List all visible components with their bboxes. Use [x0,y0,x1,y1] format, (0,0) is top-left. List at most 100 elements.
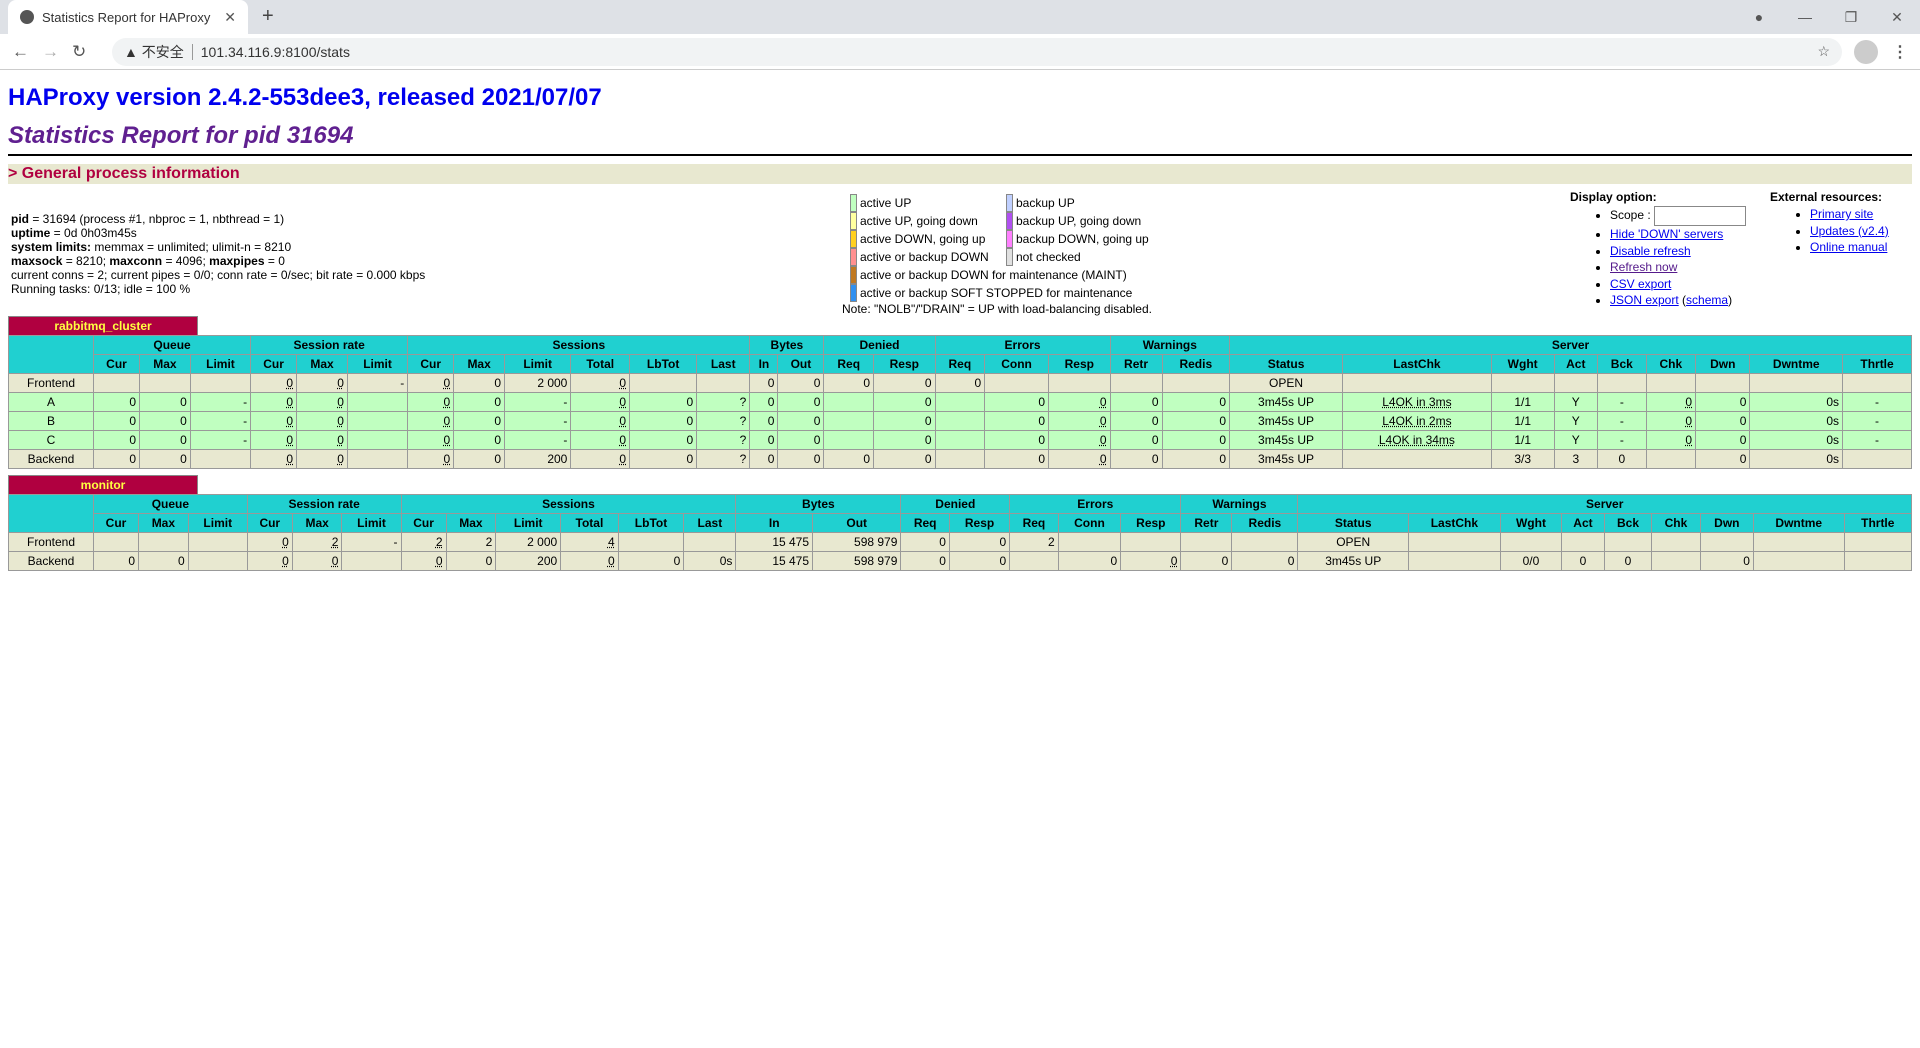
stat-cell: - [1597,430,1647,450]
stat-cell [1651,532,1701,552]
stat-cell: 0 [1645,392,1697,412]
table-row: C 0 0-0 0 0 0-0 0? 0 0 0 0 0 0 0 3m45s UP L4OK in 34ms 1… [8,430,1912,450]
row-name[interactable]: Backend [8,551,94,571]
browser-tab[interactable]: Statistics Report for HAProxy ✕ [8,0,248,34]
proxy-title[interactable]: monitor [8,475,198,494]
stat-cell: - [503,430,572,450]
stat-cell: 0 [250,373,298,393]
column-header: Last [696,354,751,374]
close-window-button[interactable]: ✕ [1874,9,1920,26]
column-header: Cur [407,354,455,374]
proxy-title[interactable]: rabbitmq_cluster [8,316,198,335]
column-header: Max [296,354,348,374]
row-name[interactable]: B [8,411,94,431]
column-group-header: Sessions [400,494,737,514]
row-name[interactable]: Frontend [8,373,94,393]
stat-cell: OPEN [1297,532,1409,552]
stat-cell: 0 [1161,411,1231,431]
stat-cell: 0 [139,430,191,450]
tab-title: Statistics Report for HAProxy [42,9,211,25]
stat-cell [1842,449,1912,469]
column-header: Max [291,513,343,533]
column-header: Wght [1499,513,1563,533]
stat-cell [187,532,248,552]
minimize-button[interactable]: — [1782,9,1828,25]
close-tab-icon[interactable]: ✕ [224,9,236,26]
stat-cell: 0 [407,430,455,450]
hide-down-link[interactable]: Hide 'DOWN' servers [1610,227,1723,241]
disable-refresh-link[interactable]: Disable refresh [1610,244,1691,258]
primary-site-link[interactable]: Primary site [1810,207,1873,221]
star-icon[interactable]: ☆ [1817,43,1830,60]
column-header: Cur [250,354,298,374]
stat-cell [1407,551,1501,571]
stat-cell: 0 [139,411,191,431]
stat-cell: 0 [1109,392,1163,412]
stat-cell: - [341,532,402,552]
back-button[interactable]: ← [12,42,42,62]
tab-search-icon[interactable]: ● [1736,9,1782,25]
stat-cell: 0 [250,430,298,450]
table-row: Backend 0 0 0 0 0 0 200 0 0? 0 0 0 0 0 0 0 0 3m45s UP 3/3 3 0… [8,449,1912,469]
csv-export-link[interactable]: CSV export [1610,277,1671,291]
stat-cell: 200 [503,449,572,469]
menu-icon[interactable]: ⋮ [1892,42,1908,62]
scope-input[interactable] [1654,206,1747,226]
stat-cell [1597,373,1647,393]
stat-cell: ? [696,430,751,450]
forward-button[interactable]: → [42,42,72,62]
json-export-link[interactable]: JSON export [1610,293,1679,307]
refresh-now-link[interactable]: Refresh now [1610,260,1677,274]
stat-cell: L4OK in 2ms [1342,411,1492,431]
column-header: Limit [503,354,572,374]
column-header: Limit [187,513,248,533]
stat-cell [1752,551,1845,571]
column-header: Req [900,513,950,533]
stat-cell [629,373,698,393]
profile-avatar[interactable] [1854,39,1878,64]
stat-cell: 0 [400,551,447,571]
row-name[interactable]: A [8,392,94,412]
schema-link[interactable]: schema [1686,293,1728,307]
url-input[interactable]: ▲ 不安全 101.34.116.9:8100/stats ☆ [112,37,1842,66]
stat-cell: 0 [900,551,950,571]
stat-cell [934,449,986,469]
stat-cell: 0 [1645,411,1697,431]
legend-swatch [850,284,857,302]
column-group-header: Server [1297,494,1912,514]
stat-cell: 0 [629,449,698,469]
stat-cell: 15 475 [735,532,814,552]
reload-button[interactable]: ↻ [72,42,102,62]
restore-button[interactable]: ❐ [1828,9,1874,26]
column-group-header: Session rate [250,335,409,355]
legend-swatch [850,230,857,248]
process-line: current conns = 2; current pipes = 0/0; … [11,268,426,282]
stat-cell: - [503,392,572,412]
legend-item: backup UP [1006,194,1149,212]
stat-cell: 0s [1749,430,1844,450]
stat-cell: 0 [570,411,631,431]
new-tab-button[interactable]: + [262,5,274,28]
stat-cell: 0 [1057,551,1122,571]
column-group-header: Errors [1009,494,1182,514]
column-header: LbTot [617,513,685,533]
stat-cell [1342,373,1492,393]
stat-cell [341,551,402,571]
updates-link[interactable]: Updates (v2.4) [1810,224,1889,238]
address-bar: ← → ↻ ▲ 不安全 101.34.116.9:8100/stats ☆ ⋮ [0,34,1920,70]
external-title: External resources: [1770,190,1883,204]
security-label[interactable]: 不安全 [142,42,184,62]
stat-cell: 0 [629,430,698,450]
stat-cell: 2 [400,532,447,552]
stat-cell [187,551,248,571]
legend-swatch [850,266,857,284]
row-name[interactable]: Frontend [8,532,94,552]
row-name[interactable]: C [8,430,94,450]
column-header: Limit [346,354,409,374]
online-manual-link[interactable]: Online manual [1810,240,1887,254]
row-name[interactable]: Backend [8,449,94,469]
column-header: Chk [1651,513,1701,533]
stat-cell [346,392,409,412]
legend-swatch [1006,248,1013,266]
stat-cell: 0 [1109,411,1163,431]
